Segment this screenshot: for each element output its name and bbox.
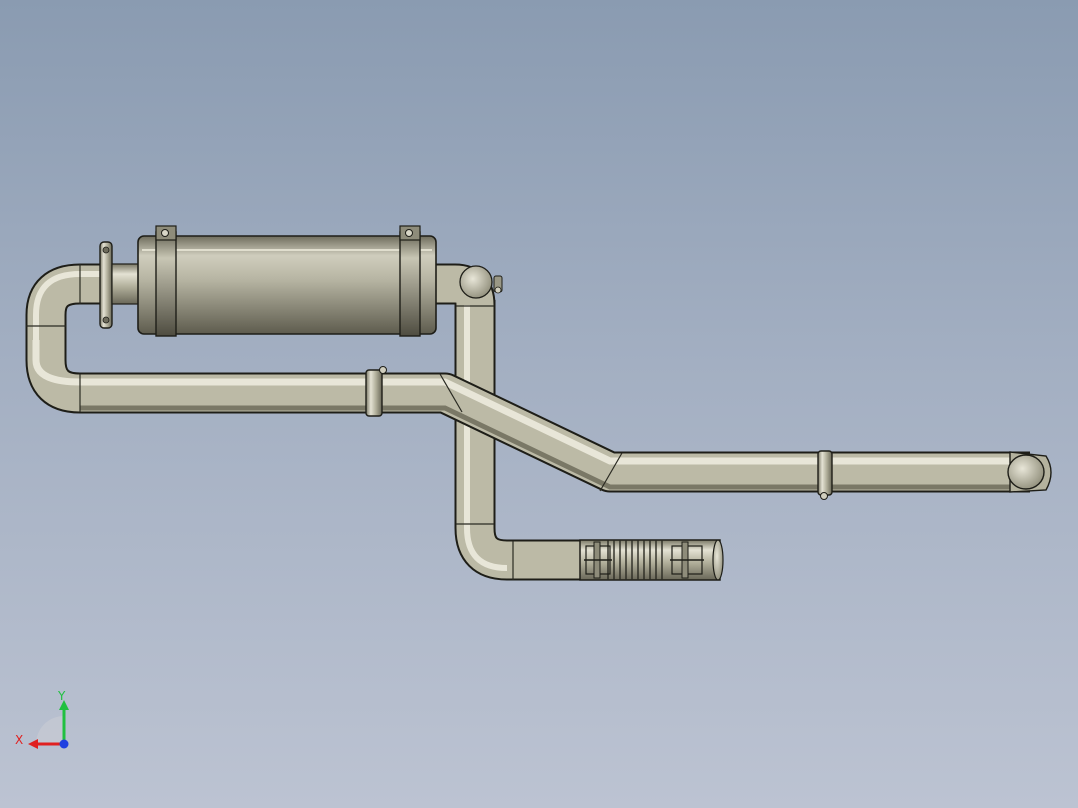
outlet-elbow[interactable] xyxy=(430,263,503,307)
orientation-triad: X Y xyxy=(15,689,69,749)
x-axis-label: X xyxy=(15,733,23,747)
inlet-flange[interactable] xyxy=(99,241,141,329)
triad-plane-shade xyxy=(36,716,64,744)
tail-pipe-tip[interactable] xyxy=(1007,451,1052,493)
muffler-strap-left[interactable] xyxy=(155,225,177,337)
y-axis-label: Y xyxy=(57,689,66,703)
z-axis-dot-icon xyxy=(59,739,69,749)
cad-viewport[interactable]: X Y xyxy=(0,0,1078,808)
inlet-elbow[interactable] xyxy=(25,263,110,340)
muffler-strap-right[interactable] xyxy=(399,225,421,337)
flex-coupling[interactable] xyxy=(579,539,724,581)
muffler[interactable] xyxy=(137,235,437,335)
clamp-tail[interactable] xyxy=(817,450,833,500)
exhaust-assembly-model[interactable] xyxy=(0,0,1078,808)
main-pipe[interactable] xyxy=(25,330,1030,493)
